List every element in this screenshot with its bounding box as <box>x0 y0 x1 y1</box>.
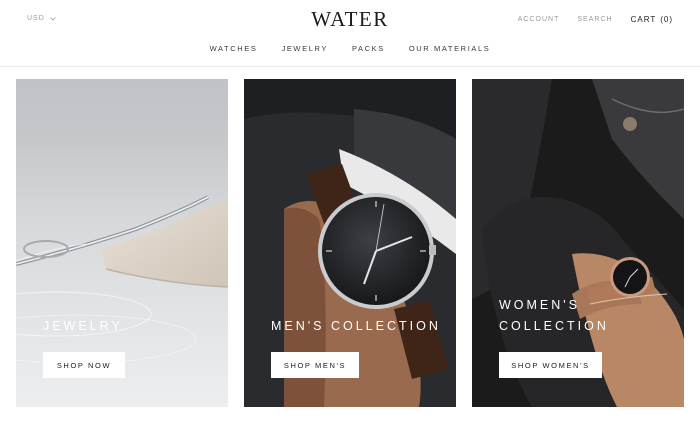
collection-card-jewelry[interactable]: JEWELRY SHOP NOW <box>16 79 228 407</box>
water-logo: WATER <box>311 8 389 30</box>
shop-now-button[interactable]: SHOP NOW <box>43 352 125 378</box>
nav-item-packs[interactable]: PACKS <box>352 44 385 53</box>
cart-count: (0) <box>660 15 673 24</box>
site-header: USD WATER ACCOUNT SEARCH CART (0) WATCHE… <box>0 0 700 67</box>
collection-card-mens[interactable]: MEN'S COLLECTION SHOP MEN'S <box>244 79 456 407</box>
mens-title: MEN'S COLLECTION <box>271 316 441 337</box>
jewelry-title: JEWELRY <box>43 316 123 337</box>
nav-item-watches[interactable]: WATCHES <box>210 44 258 53</box>
cart-label: CART <box>630 15 657 24</box>
cart-link[interactable]: CART (0) <box>631 15 673 24</box>
shop-mens-button[interactable]: SHOP MEN'S <box>271 352 359 378</box>
nav-item-jewelry[interactable]: JEWELRY <box>281 44 328 53</box>
search-link[interactable]: SEARCH <box>577 16 612 23</box>
jewelry-title-line: JEWELRY <box>43 319 123 333</box>
womens-title: WOMEN'S COLLECTION <box>499 295 609 337</box>
account-link[interactable]: ACCOUNT <box>518 16 560 23</box>
main-nav: WATCHES JEWELRY PACKS OUR MATERIALS <box>0 44 700 53</box>
womens-title-line1: WOMEN'S <box>499 298 581 312</box>
collection-card-womens[interactable]: WOMEN'S COLLECTION SHOP WOMEN'S <box>472 79 684 407</box>
nav-item-our-materials[interactable]: OUR MATERIALS <box>409 44 491 53</box>
shop-womens-button[interactable]: SHOP WOMEN'S <box>499 352 602 378</box>
mens-title-line: MEN'S COLLECTION <box>271 319 441 333</box>
utility-links: ACCOUNT SEARCH CART (0) <box>518 15 673 24</box>
logo-text: WATER <box>311 8 389 30</box>
womens-title-line2: COLLECTION <box>499 319 609 333</box>
